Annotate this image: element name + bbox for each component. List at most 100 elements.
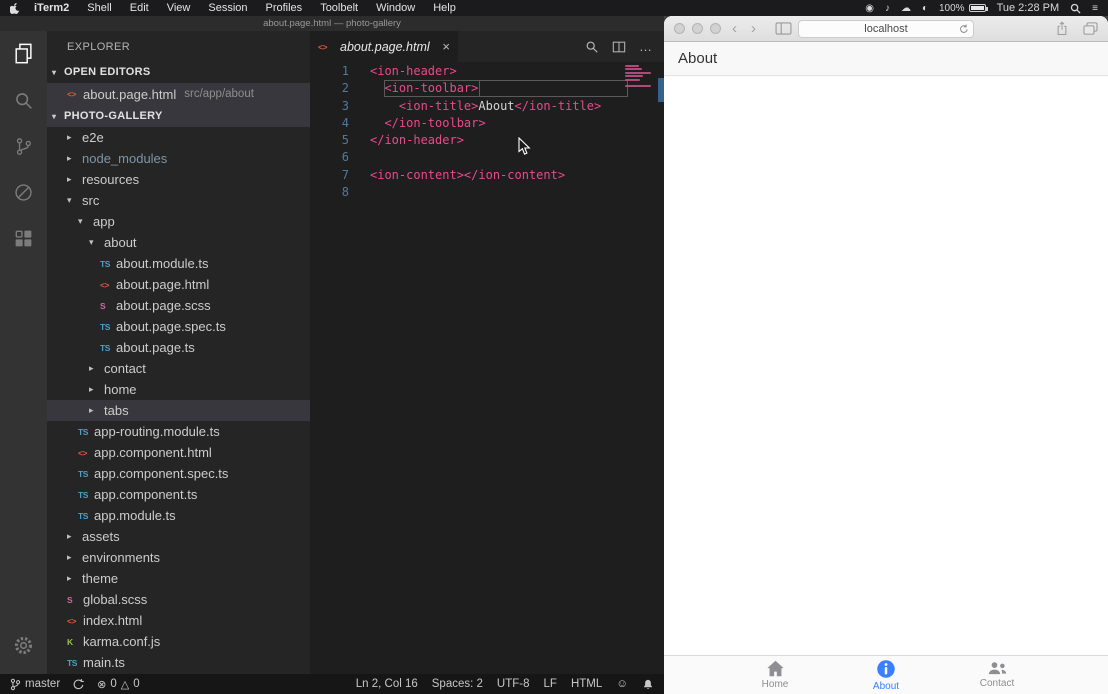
menubar-status-icon[interactable]: ◉	[865, 3, 874, 14]
project-section-header[interactable]: ▾ PHOTO-GALLERY	[47, 105, 310, 127]
menu-help[interactable]: Help	[424, 2, 465, 14]
sidebar-toggle-icon[interactable]	[775, 22, 792, 35]
indentation-setting[interactable]: Spaces: 2	[432, 678, 483, 690]
file-tree: ▸e2e▸node_modules▸resources▾src▾app▾abou…	[47, 127, 310, 673]
menu-view[interactable]: View	[158, 2, 200, 14]
code-line-4[interactable]: 4 </ion-toolbar>	[310, 115, 664, 132]
menu-bar: iTerm2ShellEditViewSessionProfilesToolbe…	[0, 0, 1108, 16]
tree-item-contact[interactable]: ▸contact	[47, 358, 310, 379]
tree-item-about.page.scss[interactable]: Sabout.page.scss	[47, 295, 310, 316]
ionic-tab-about[interactable]: About	[831, 656, 942, 694]
refresh-icon[interactable]	[959, 24, 969, 34]
tree-item-about.module.ts[interactable]: TSabout.module.ts	[47, 253, 310, 274]
tree-item-app.component.html[interactable]: <>app.component.html	[47, 442, 310, 463]
close-icon[interactable]: ×	[442, 39, 450, 54]
extensions-icon[interactable]	[0, 215, 47, 261]
menu-profiles[interactable]: Profiles	[257, 2, 312, 14]
debug-icon[interactable]	[0, 169, 47, 215]
tree-item-e2e[interactable]: ▸e2e	[47, 127, 310, 148]
tree-item-app-routing.module.ts[interactable]: TSapp-routing.module.ts	[47, 421, 310, 442]
menubar-status-icon[interactable]: ♪	[885, 3, 890, 14]
apple-icon[interactable]	[10, 2, 21, 14]
tree-item-app[interactable]: ▾app	[47, 211, 310, 232]
tree-item-label: about.module.ts	[116, 256, 209, 271]
share-icon[interactable]	[1056, 21, 1068, 36]
tree-item-label: app-routing.module.ts	[94, 424, 220, 439]
tree-item-node_modules[interactable]: ▸node_modules	[47, 148, 310, 169]
tree-item-src[interactable]: ▾src	[47, 190, 310, 211]
notifications-bell-icon[interactable]	[642, 678, 654, 691]
menubar-clock[interactable]: Tue 2:28 PM	[997, 2, 1060, 14]
tree-item-about[interactable]: ▾about	[47, 232, 310, 253]
home-icon	[766, 660, 785, 677]
open-editor-item[interactable]: <> about.page.html src/app/about	[47, 83, 310, 105]
tree-item-theme[interactable]: ▸theme	[47, 568, 310, 589]
tree-item-resources[interactable]: ▸resources	[47, 169, 310, 190]
code-line-3[interactable]: 3 <ion-title>About</ion-title>	[310, 98, 664, 115]
tree-item-environments[interactable]: ▸environments	[47, 547, 310, 568]
code-line-5[interactable]: 5</ion-header>	[310, 132, 664, 149]
spotlight-icon[interactable]	[1070, 3, 1081, 14]
chevron-right-icon: ▸	[67, 174, 82, 185]
find-icon[interactable]	[585, 40, 599, 54]
open-editors-section[interactable]: ▾ OPEN EDITORS	[47, 61, 310, 83]
code-line-2[interactable]: 2 <ion-toolbar>	[310, 80, 664, 97]
sync-button[interactable]	[72, 678, 85, 691]
menu-session[interactable]: Session	[199, 2, 256, 14]
tree-item-app.module.ts[interactable]: TSapp.module.ts	[47, 505, 310, 526]
tree-item-about.page.ts[interactable]: TSabout.page.ts	[47, 337, 310, 358]
explorer-icon[interactable]	[0, 31, 47, 77]
back-button[interactable]: ‹	[729, 21, 740, 36]
tree-item-main.ts[interactable]: TSmain.ts	[47, 652, 310, 673]
code-line-6[interactable]: 6	[310, 149, 664, 166]
tree-item-global.scss[interactable]: Sglobal.scss	[47, 589, 310, 610]
menu-iterm2[interactable]: iTerm2	[25, 2, 78, 14]
ionic-tab-home[interactable]: Home	[720, 656, 831, 694]
tree-item-assets[interactable]: ▸assets	[47, 526, 310, 547]
split-editor-icon[interactable]	[612, 40, 626, 54]
search-icon[interactable]	[0, 77, 47, 123]
tree-item-about.page.spec.ts[interactable]: TSabout.page.spec.ts	[47, 316, 310, 337]
minimize-window-button[interactable]	[692, 23, 703, 34]
ionic-tab-contact[interactable]: Contact	[942, 656, 1053, 694]
tree-item-tabs[interactable]: ▸tabs	[47, 400, 310, 421]
notification-center-icon[interactable]: ≡	[1092, 3, 1098, 14]
menu-toolbelt[interactable]: Toolbelt	[311, 2, 367, 14]
tree-item-home[interactable]: ▸home	[47, 379, 310, 400]
settings-gear-icon[interactable]	[0, 622, 47, 668]
forward-button[interactable]: ›	[748, 21, 759, 36]
code-line-8[interactable]: 8	[310, 184, 664, 201]
warning-icon: △	[121, 678, 129, 691]
more-actions-icon[interactable]: …	[639, 39, 652, 54]
tree-item-app.component.spec.ts[interactable]: TSapp.component.spec.ts	[47, 463, 310, 484]
close-window-button[interactable]	[674, 23, 685, 34]
git-branch-indicator[interactable]: master	[10, 678, 60, 691]
tree-item-about.page.html[interactable]: <>about.page.html	[47, 274, 310, 295]
battery-indicator[interactable]: 100%	[939, 3, 986, 14]
tree-item-app.component.ts[interactable]: TSapp.component.ts	[47, 484, 310, 505]
feedback-smiley-icon[interactable]: ☺	[616, 678, 628, 690]
code-line-1[interactable]: 1<ion-header>	[310, 63, 664, 80]
menu-edit[interactable]: Edit	[121, 2, 158, 14]
status-bar: master ⊗ 0 △ 0 Ln 2, Col 16 Spaces: 2 UT…	[0, 674, 664, 694]
address-bar[interactable]: localhost	[798, 20, 974, 38]
menu-shell[interactable]: Shell	[78, 2, 120, 14]
tree-item-index.html[interactable]: <>index.html	[47, 610, 310, 631]
language-mode[interactable]: HTML	[571, 678, 602, 690]
tab-about-page-html[interactable]: <> about.page.html ×	[310, 31, 458, 62]
code-editor[interactable]: 1<ion-header>2 <ion-toolbar>3 <ion-title…	[310, 62, 664, 674]
window-controls	[674, 23, 721, 34]
zoom-window-button[interactable]	[710, 23, 721, 34]
problems-indicator[interactable]: ⊗ 0 △ 0	[97, 678, 140, 691]
eol-setting[interactable]: LF	[544, 678, 557, 690]
encoding-setting[interactable]: UTF-8	[497, 678, 530, 690]
tab-overview-icon[interactable]	[1083, 22, 1098, 35]
menubar-status-icon[interactable]: ◐	[922, 3, 928, 14]
tree-item-karma.conf.js[interactable]: Kkarma.conf.js	[47, 631, 310, 652]
menubar-status-icon[interactable]: ☁	[901, 3, 911, 14]
code-line-7[interactable]: 7<ion-content></ion-content>	[310, 167, 664, 184]
menu-window[interactable]: Window	[367, 2, 424, 14]
source-control-icon[interactable]	[0, 123, 47, 169]
cursor-position[interactable]: Ln 2, Col 16	[356, 678, 418, 690]
chevron-right-icon: ▸	[67, 153, 82, 164]
